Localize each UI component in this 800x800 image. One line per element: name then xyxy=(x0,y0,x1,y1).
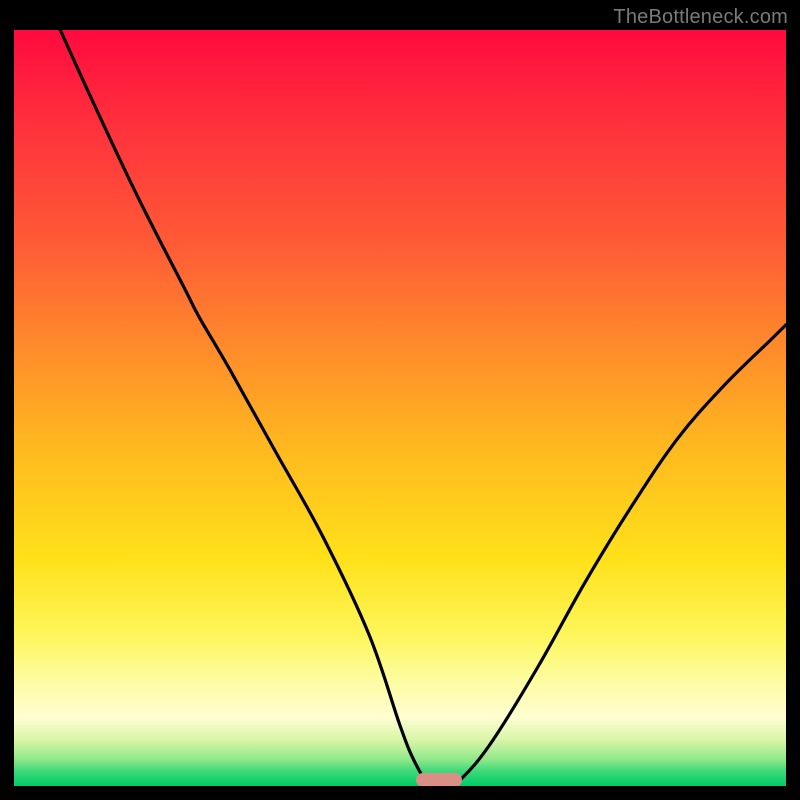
watermark-text: TheBottleneck.com xyxy=(613,6,788,29)
chart-stage: TheBottleneck.com xyxy=(0,0,800,800)
plot-area xyxy=(14,30,786,786)
bottleneck-curve xyxy=(14,30,786,786)
min-marker xyxy=(416,773,462,786)
